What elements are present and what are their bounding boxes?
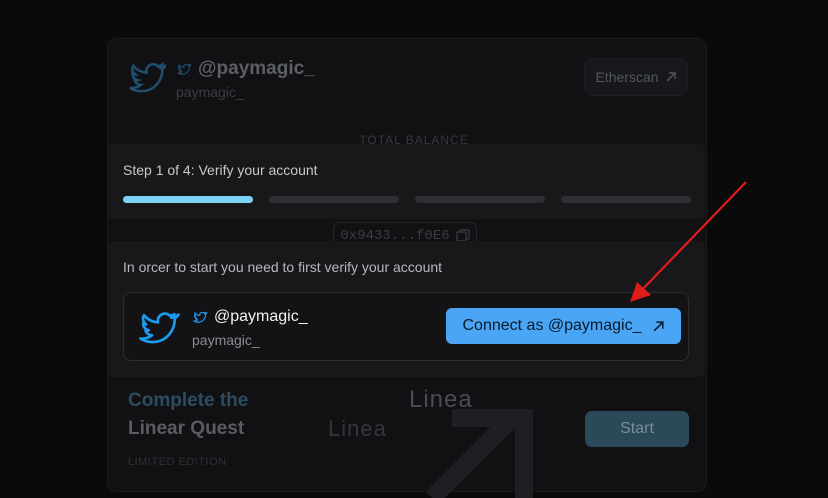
etherscan-label: Etherscan xyxy=(595,69,659,85)
connect-button-label: Connect as @paymagic_ xyxy=(462,317,642,334)
twitter-bird-icon xyxy=(129,61,166,93)
twitter-bird-small-icon xyxy=(177,63,192,75)
progress-segment-1 xyxy=(123,196,253,203)
verify-instruction: In orcer to start you need to first veri… xyxy=(123,259,443,275)
quest-title-line1: Complete the xyxy=(128,390,249,411)
progress-segment-4 xyxy=(561,196,691,203)
background-handle: @paymagic_ xyxy=(198,58,315,79)
step-label: Step 1 of 4: Verify your account xyxy=(123,162,318,178)
linea-logo-small: Linea xyxy=(328,416,387,441)
quest-start-button[interactable]: Start xyxy=(585,411,689,447)
account-card: @paymagic_ paymagic_ Connect as @paymagi… xyxy=(123,292,689,361)
step-progress xyxy=(123,196,691,203)
external-link-arrow-icon xyxy=(653,320,664,331)
twitter-bird-small-icon xyxy=(193,311,208,323)
verify-panel: In orcer to start you need to first veri… xyxy=(107,241,705,377)
account-handle: @paymagic_ xyxy=(214,308,308,325)
quest-arrow-artwork xyxy=(425,409,533,498)
external-link-arrow-icon xyxy=(666,72,676,82)
background-username: paymagic_ xyxy=(176,84,244,100)
progress-segment-3 xyxy=(415,196,545,203)
progress-segment-2 xyxy=(269,196,399,203)
twitter-bird-icon xyxy=(139,312,180,344)
connect-twitter-button[interactable]: Connect as @paymagic_ xyxy=(446,308,681,344)
account-username: paymagic_ xyxy=(192,332,260,348)
account-handle-row: @paymagic_ xyxy=(192,308,308,326)
quest-title-line2: Linear Quest xyxy=(128,418,245,439)
background-profile: @paymagic_ paymagic_ xyxy=(128,58,315,100)
etherscan-button[interactable]: Etherscan xyxy=(584,58,688,96)
quest-edition-label: LIMITED EDITION xyxy=(128,456,227,468)
step-panel: Step 1 of 4: Verify your account xyxy=(107,144,705,219)
linea-logo: Linea xyxy=(409,386,473,413)
